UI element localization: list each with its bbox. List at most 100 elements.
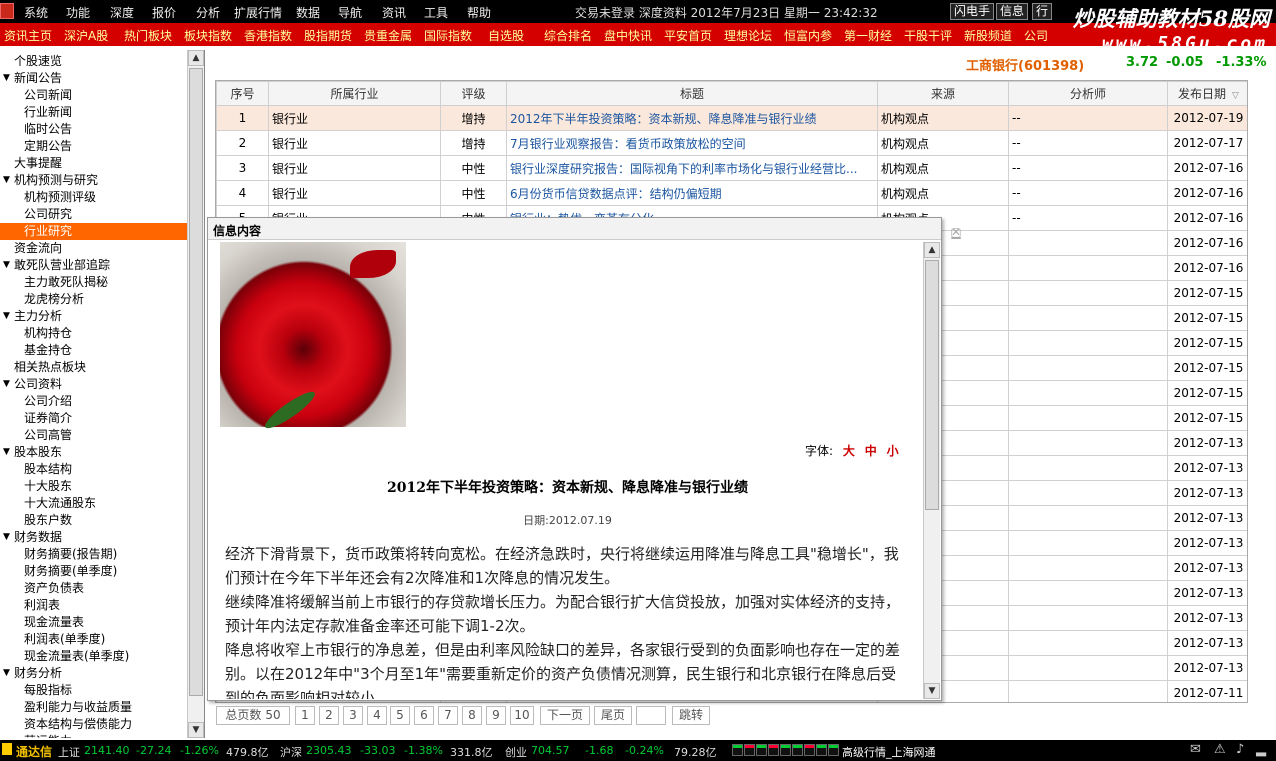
page-button-5[interactable]: 5 [390,706,410,725]
font-large-button[interactable]: 大 [843,444,855,458]
warning-icon[interactable]: ⚠ [1214,742,1226,757]
sidebar-item[interactable]: 每股指标 [0,682,187,699]
tab-16[interactable]: 新股频道 [964,27,1012,44]
sidebar-item[interactable]: ▼ 财务数据 [0,529,187,546]
sidebar-item[interactable]: 股本结构 [0,461,187,478]
sidebar-item[interactable]: 盈利能力与收益质量 [0,699,187,716]
sidebar-item[interactable]: 利润表(单季度) [0,631,187,648]
expand-toggle-icon[interactable]: ▼ [3,665,10,682]
tab-10[interactable]: 盘中快讯 [604,27,652,44]
scroll-down-icon[interactable]: ▼ [188,722,204,738]
tab-8[interactable]: 自选股 [488,27,524,44]
page-button-1[interactable]: 1 [295,706,315,725]
sidebar-item[interactable]: 公司研究 [0,206,187,223]
tab-11[interactable]: 平安首页 [664,27,712,44]
sidebar-item[interactable]: 个股速览 [0,53,187,70]
info-button[interactable]: 信息 [996,3,1029,20]
sort-desc-icon[interactable]: ▽ [1232,91,1239,101]
sidebar-item[interactable]: 公司介绍 [0,393,187,410]
menu-item-8[interactable]: 资讯 [382,4,406,21]
mail-icon[interactable]: ✉ [1190,742,1201,757]
column-header[interactable]: 所属行业 [268,81,441,106]
menu-item-6[interactable]: 数据 [296,4,320,21]
tab-3[interactable]: 板块指数 [184,27,232,44]
menu-item-3[interactable]: 报价 [152,4,176,21]
sidebar-item[interactable]: 证券简介 [0,410,187,427]
tab-13[interactable]: 恒富内参 [784,27,832,44]
page-button-6[interactable]: 6 [414,706,434,725]
tab-1[interactable]: 深沪A股 [64,27,108,44]
sidebar-item[interactable]: ▼ 主力分析 [0,308,187,325]
sidebar-item[interactable]: 股东户数 [0,512,187,529]
sidebar-item[interactable]: ▼ 股本股东 [0,444,187,461]
page-button-10[interactable]: 10 [510,706,534,725]
last-page-button[interactable]: 尾页 [594,706,632,725]
sidebar-item[interactable]: 行业新闻 [0,104,187,121]
page-button-2[interactable]: 2 [319,706,339,725]
page-button-8[interactable]: 8 [462,706,482,725]
sidebar-item[interactable]: 公司高管 [0,427,187,444]
tab-2[interactable]: 热门板块 [124,27,172,44]
scroll-down-icon[interactable]: ▼ [924,683,940,699]
table-row[interactable]: 4 银行业 中性 6月份货币信贷数据点评：结构仍偏短期 机构观点 -- 2012-07-16 [216,180,1247,206]
expand-toggle-icon[interactable]: ▼ [3,308,10,325]
sidebar-item[interactable]: 财务摘要(报告期) [0,546,187,563]
expand-toggle-icon[interactable]: ▼ [3,529,10,546]
page-button-3[interactable]: 3 [343,706,363,725]
jump-button[interactable]: 跳转 [672,706,710,725]
expand-toggle-icon[interactable]: ▼ [3,70,10,87]
sidebar-item[interactable]: 机构预测评级 [0,189,187,206]
column-header[interactable]: 来源 [877,81,1009,106]
flash-trade-button[interactable]: 闪电手 [950,3,995,20]
menu-item-5[interactable]: 扩展行情 [234,4,282,21]
tab-14[interactable]: 第一财经 [844,27,892,44]
sidebar-item[interactable]: 龙虎榜分析 [0,291,187,308]
tab-7[interactable]: 国际指数 [424,27,472,44]
menu-item-7[interactable]: 导航 [338,4,362,21]
sidebar-item[interactable]: 机构持仓 [0,325,187,342]
sidebar-item[interactable]: 现金流量表(单季度) [0,648,187,665]
tab-0[interactable]: 资讯主页 [4,27,52,44]
sidebar-item[interactable]: 资本结构与偿债能力 [0,716,187,733]
sidebar-item[interactable]: 公司新闻 [0,87,187,104]
page-button-4[interactable]: 4 [367,706,387,725]
sidebar-item[interactable]: ▼ 敢死队营业部追踪 [0,257,187,274]
sidebar-item[interactable]: 主力敢死队揭秘 [0,274,187,291]
menu-item-10[interactable]: 帮助 [467,4,491,21]
sidebar-item[interactable]: 十大流通股东 [0,495,187,512]
tab-6[interactable]: 贵重金属 [364,27,412,44]
sidebar-item[interactable]: 相关热点板块 [0,359,187,376]
popup-scrollbar[interactable]: ▲ ▼ [923,242,940,699]
scroll-up-icon[interactable]: ▲ [188,50,204,66]
sidebar-item[interactable]: 资产负债表 [0,580,187,597]
table-row[interactable]: 3 银行业 中性 银行业深度研究报告：国际视角下的利率市场化与银行业经营比... 机构观… [216,155,1247,181]
menu-item-1[interactable]: 功能 [66,4,90,21]
next-page-button[interactable]: 下一页 [540,706,590,725]
tab-12[interactable]: 理想论坛 [724,27,772,44]
sidebar-item[interactable]: 利润表 [0,597,187,614]
sidebar-item[interactable]: ▼ 机构预测与研究 [0,172,187,189]
sidebar-item[interactable]: 定期公告 [0,138,187,155]
page-jump-input[interactable] [636,706,666,725]
close-icon[interactable]: ✕ [946,225,966,239]
sidebar-item[interactable]: 营运能力 [0,733,187,738]
scroll-thumb[interactable] [189,68,203,696]
sidebar-item[interactable]: 临时公告 [0,121,187,138]
sidebar-item[interactable]: ▼ 公司资料 [0,376,187,393]
scroll-thumb[interactable] [925,260,939,510]
cell-title[interactable]: 6月份货币信贷数据点评：结构仍偏短期 [506,180,878,206]
table-row[interactable]: 2 银行业 增持 7月银行业观察报告：看货币政策放松的空间 机构观点 -- 2012-07-… [216,130,1247,156]
column-header[interactable]: 评级 [440,81,507,106]
tab-15[interactable]: 干股干评 [904,27,952,44]
app-logo-icon[interactable] [0,3,14,19]
column-header[interactable]: 分析师 [1008,81,1168,106]
table-row[interactable]: 1 银行业 增持 2012年下半年投资策略：资本新规、降息降准与银行业绩 机构观点 -- 2… [216,105,1247,131]
sidebar-item[interactable]: 十大股东 [0,478,187,495]
sidebar-item[interactable]: 行业研究 [0,223,187,240]
page-button-9[interactable]: 9 [486,706,506,725]
font-medium-button[interactable]: 中 [865,444,877,458]
menu-item-0[interactable]: 系统 [24,4,48,21]
expand-toggle-icon[interactable]: ▼ [3,376,10,393]
cell-title[interactable]: 2012年下半年投资策略：资本新规、降息降准与银行业绩 [506,105,878,131]
column-header[interactable]: 序号 [216,81,269,106]
